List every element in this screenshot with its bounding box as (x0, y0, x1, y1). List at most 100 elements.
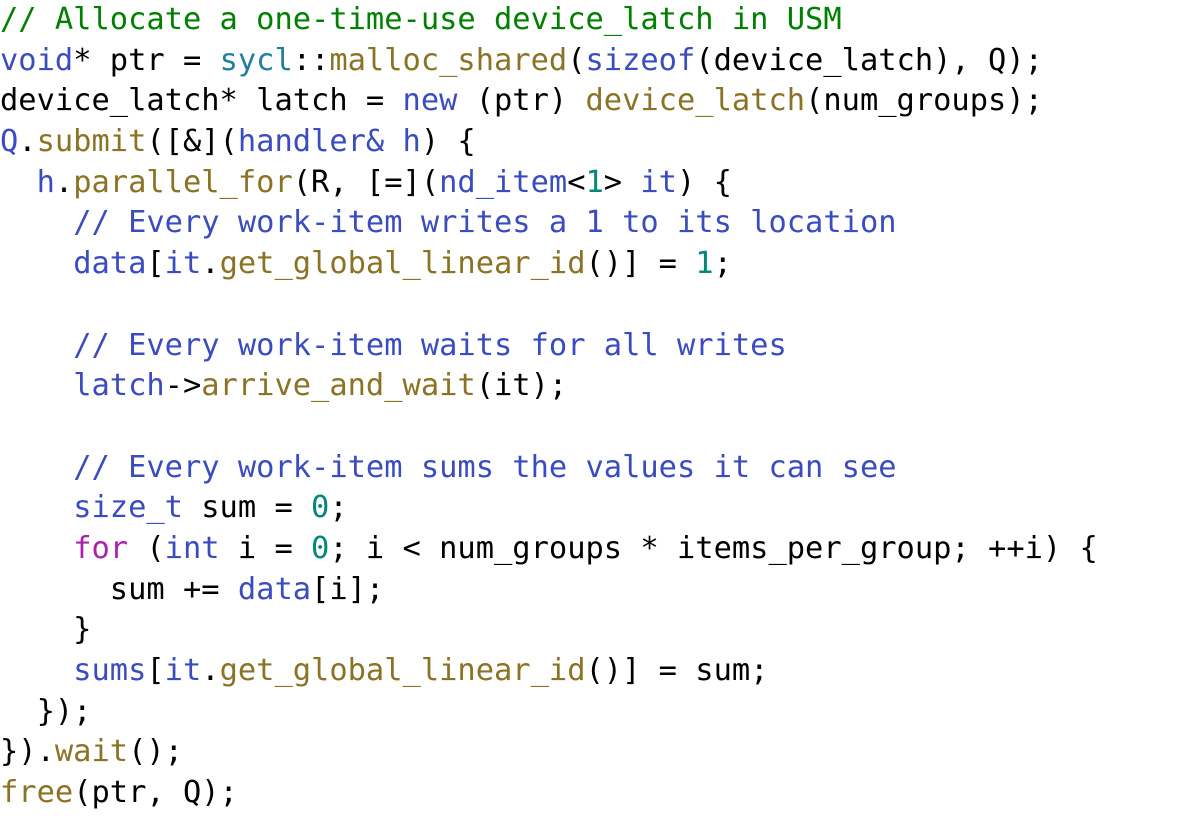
code-token-plain: (device_latch), Q); (695, 42, 1043, 78)
code-token-num: 1 (695, 246, 714, 282)
code-token-var: it (164, 653, 202, 688)
code-token-var: Q (0, 124, 19, 160)
code-token-plain: (num_groups); (805, 83, 1043, 119)
code-token-comment2: // Every work-item writes a 1 to its loc… (73, 205, 897, 241)
code-line: sums[it.get_global_linear_id()] = sum; (0, 651, 1204, 692)
code-token-plain: . (201, 246, 220, 282)
code-token-var: latch (73, 368, 165, 404)
code-line: free(ptr, Q); (0, 773, 1204, 814)
code-token-comment2: // Every work-item sums the values it ca… (73, 449, 897, 485)
code-token-plain: ; (329, 490, 348, 526)
code-token-plain: i = (219, 530, 312, 566)
code-line: for (int i = 0; i < num_groups * items_p… (0, 529, 1204, 570)
code-token-comment2: // Every work-item waits for all writes (73, 327, 787, 363)
code-token-kw: new (402, 83, 458, 119)
code-token-plain: (ptr, Q); (73, 775, 238, 811)
code-token-plain: (it); (475, 368, 568, 404)
code-token-plain: ( (128, 530, 165, 566)
code-token-comment: // Allocate a one-time-use device_latch … (0, 2, 842, 37)
code-listing[interactable]: // Allocate a one-time-use device_latch … (0, 0, 1204, 814)
code-token-var: it (640, 164, 677, 200)
code-line: // Every work-item waits for all writes (0, 326, 1204, 367)
code-token-plain: }). (0, 734, 55, 770)
code-token-plain: (); (128, 734, 183, 770)
code-line: h.parallel_for(R, [=](nd_item<1> it) { (0, 163, 1204, 204)
code-token-var: data (237, 571, 312, 607)
code-token-fn: parallel_for (73, 164, 293, 200)
code-line: sum += data[i]; (0, 570, 1204, 611)
code-token-plain: [i]; (311, 571, 385, 607)
code-token-plain: :: (292, 42, 330, 78)
code-line: latch->arrive_and_wait(it); (0, 366, 1204, 407)
code-token-plain: . (54, 164, 74, 200)
code-token-type: size_t (73, 490, 183, 526)
code-line: void* ptr = sycl::malloc_shared(sizeof(d… (0, 41, 1204, 82)
code-line: // Allocate a one-time-use device_latch … (0, 0, 1204, 41)
code-token-num: 1 (585, 164, 604, 200)
code-token-fn: device_latch (585, 83, 806, 119)
code-token-kw: sizeof (585, 42, 696, 78)
code-token-plain: } (0, 612, 92, 648)
code-token-plain: < (567, 164, 586, 200)
code-token-type: handler& (237, 124, 385, 160)
code-line: } (0, 610, 1204, 651)
code-line: // Every work-item writes a 1 to its loc… (0, 203, 1204, 244)
code-line: }); (0, 692, 1204, 733)
code-token-num: 0 (311, 530, 330, 566)
code-token-kw: void (0, 42, 74, 78)
code-token-var: sums (73, 653, 147, 688)
code-token-fn: get_global_linear_id (219, 653, 586, 688)
code-token-plain: ()] = sum; (585, 653, 769, 688)
code-token-var: data (73, 246, 147, 282)
code-token-plain: [ (146, 246, 165, 282)
code-token-type: nd_item (439, 164, 568, 200)
code-token-var: it (164, 246, 202, 282)
code-token-plain: * ptr = (73, 42, 220, 78)
code-token-fn: arrive_and_wait (201, 368, 476, 404)
code-token-plain: (ptr) (457, 83, 586, 119)
code-token-plain: ) { (420, 124, 476, 160)
code-token-plain: sum += (0, 571, 238, 607)
code-token-plain: sum = (182, 490, 312, 526)
code-line: device_latch* latch = new (ptr) device_l… (0, 81, 1204, 122)
code-token-plain: ; i < num_groups * items_per_group; ++i)… (329, 530, 1098, 566)
code-token-type: int (164, 530, 220, 566)
code-line: data[it.get_global_linear_id()] = 1; (0, 244, 1204, 285)
code-token-plain: ( (567, 42, 586, 78)
code-line: }).wait(); (0, 732, 1204, 773)
code-token-plain: . (18, 124, 37, 160)
code-token-plain: [ (146, 653, 165, 688)
code-token-fn: wait (54, 734, 129, 770)
code-token-plain: ()] = (585, 246, 696, 282)
code-token-plain: > (603, 164, 641, 200)
code-token-plain: ) { (676, 164, 732, 200)
code-token-var: h (36, 164, 55, 200)
code-token-plain: (R, [=]( (292, 164, 440, 200)
code-token-plain: -> (164, 368, 202, 404)
code-token-plain: ; (713, 246, 732, 282)
code-token-plain: }); (0, 693, 92, 729)
code-token-ctrl: for (73, 530, 129, 566)
code-token-fn: malloc_shared (329, 42, 568, 78)
code-token-fn: free (0, 775, 74, 811)
code-line: // Every work-item sums the values it ca… (0, 448, 1204, 489)
code-token-plain: device_latch* latch = (0, 83, 403, 119)
code-line: Q.submit([&](handler& h) { (0, 122, 1204, 163)
code-token-plain: . (201, 653, 220, 688)
code-token-ns: sycl (219, 42, 293, 78)
code-token-plain: ([&]( (146, 124, 238, 160)
code-token-fn: submit (36, 124, 147, 160)
code-line: size_t sum = 0; (0, 488, 1204, 529)
code-token-var: h (402, 124, 421, 160)
